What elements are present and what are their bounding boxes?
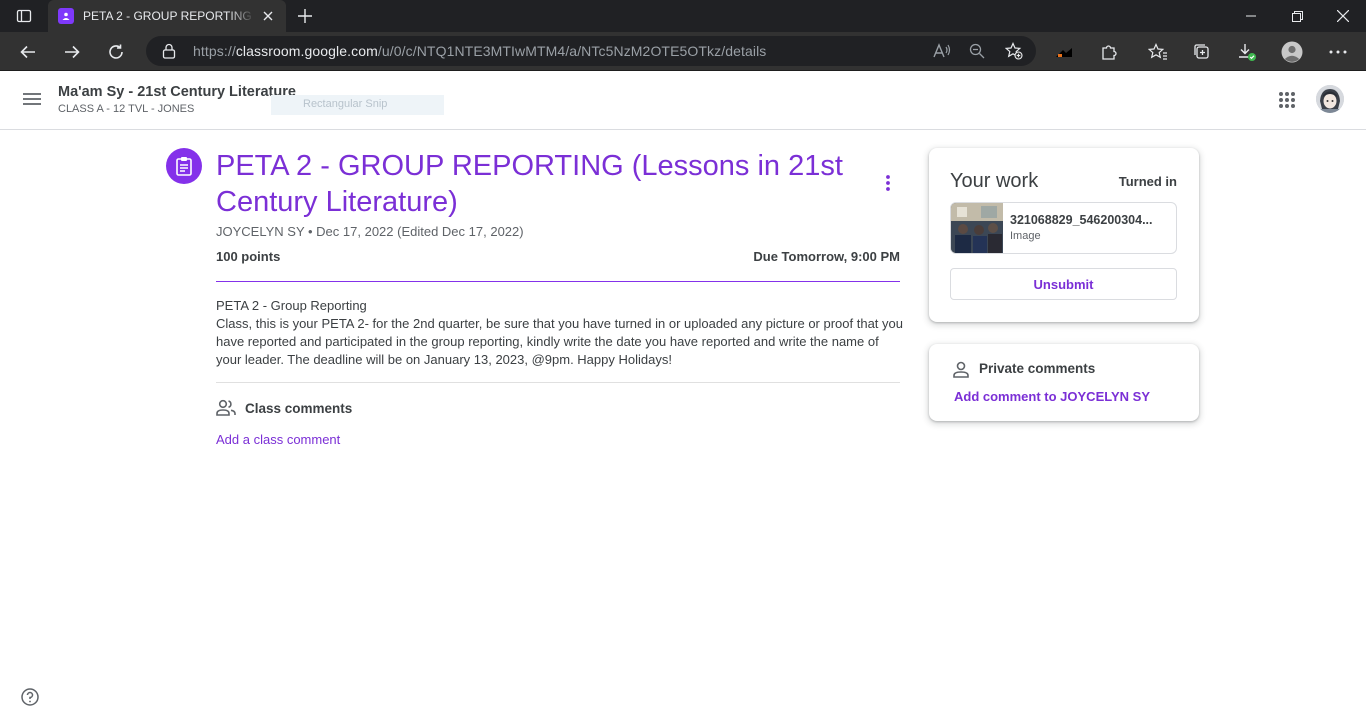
reload-icon [109,44,123,59]
address-bar[interactable]: https://classroom.google.com/u/0/c/NTQ1N… [146,36,1036,66]
more-vertical-icon [886,175,890,191]
snip-overlay: Rectangular Snip [271,95,444,115]
divider [216,382,900,383]
add-favorite-button[interactable] [1002,40,1026,62]
assignment-icon [166,148,202,184]
add-class-comment-link[interactable]: Add a class comment [216,432,340,447]
attachment-type: Image [1010,230,1041,242]
close-window-button[interactable] [1320,0,1366,32]
due-date: Due Tomorrow, 9:00 PM [753,249,900,264]
close-icon [1337,10,1349,22]
settings-more-button[interactable] [1322,36,1354,68]
zoom-out-icon [969,43,985,59]
favorites-button[interactable] [1142,36,1174,68]
person-icon [951,360,971,380]
post-date: Dec 17, 2022 (Edited Dec 17, 2022) [316,224,524,239]
assignment-meta: JOYCELYN SY • Dec 17, 2022 (Edited Dec 1… [216,224,524,239]
read-aloud-icon [933,43,951,58]
tab-close-icon[interactable] [260,8,276,24]
favorites-icon [1148,43,1167,60]
plus-icon [298,9,312,23]
extensions-button[interactable] [1093,36,1125,68]
classroom-icon [58,8,74,24]
unsubmit-button[interactable]: Unsubmit [950,268,1177,300]
class-name[interactable]: Ma'am Sy - 21st Century Literature [58,84,296,100]
classroom-header: Ma'am Sy - 21st Century Literature CLASS… [0,71,1366,130]
your-work-card: Your work Turned in 321068829_546200304.… [929,148,1199,322]
downloads-button[interactable] [1231,36,1263,68]
more-horizontal-icon [1329,50,1347,54]
tab-title: PETA 2 - GROUP REPORTING (Lessons in 21s… [83,9,255,23]
assignment-more-button[interactable] [876,171,900,195]
url-text: https://classroom.google.com/u/0/c/NTQ1N… [193,43,767,59]
star-add-icon [1005,42,1023,60]
add-private-comment-link[interactable]: Add comment to JOYCELYN SY [954,389,1150,404]
collections-button[interactable] [1186,36,1218,68]
tab-actions-button[interactable] [8,4,40,28]
download-icon [1239,44,1256,61]
class-comments-label: Class comments [245,401,353,416]
private-comments-card: Private comments Add comment to JOYCELYN… [929,344,1199,421]
assignment-title: PETA 2 - GROUP REPORTING (Lessons in 21s… [216,150,843,218]
collections-icon [1194,44,1209,59]
attachment-item[interactable]: 321068829_546200304... Image [950,202,1177,254]
your-work-title: Your work [950,170,1039,192]
restore-icon [1291,10,1303,22]
description-body: Class, this is your PETA 2- for the 2nd … [216,316,903,367]
arrow-right-icon [65,45,80,59]
read-aloud-button[interactable] [930,40,954,62]
profile-avatar-icon [1281,41,1303,63]
attachment-filename: 321068829_546200304... [1010,213,1153,227]
class-section: CLASS A - 12 TVL - JONES [58,103,195,115]
lock-icon [162,43,176,59]
minimize-button[interactable] [1228,0,1274,32]
puzzle-icon [1102,45,1117,60]
submission-status: Turned in [1118,174,1177,189]
minimize-icon [1246,15,1256,17]
back-button[interactable] [12,36,44,68]
new-tab-button[interactable] [294,5,316,27]
people-icon [216,399,236,417]
arrow-left-icon [20,45,35,59]
avatar-image-icon [1316,85,1344,113]
tab-actions-icon [16,9,32,23]
points-value: 100 points [216,249,281,264]
hamburger-icon [23,93,41,105]
main-menu-button[interactable] [20,87,44,111]
assignment-description: PETA 2 - Group Reporting Class, this is … [216,297,906,369]
browser-profile-button[interactable] [1276,36,1308,68]
forward-button[interactable] [56,36,88,68]
google-apps-button[interactable] [1275,88,1299,112]
browser-tab[interactable]: PETA 2 - GROUP REPORTING (Lessons in 21s… [48,0,286,32]
browser-titlebar: PETA 2 - GROUP REPORTING (Lessons in 21s… [0,0,1366,32]
help-button[interactable] [20,687,40,707]
account-avatar[interactable] [1316,85,1344,113]
restore-button[interactable] [1274,0,1320,32]
apps-grid-icon [1279,92,1295,108]
extension-shape-icon [1056,48,1072,57]
browser-toolbar: https://classroom.google.com/u/0/c/NTQ1N… [0,32,1366,71]
help-icon [21,688,39,706]
attachment-thumbnail [951,203,1003,253]
zoom-button[interactable] [965,40,989,62]
author-name: JOYCELYN SY [216,224,305,239]
reload-button[interactable] [100,36,132,68]
private-comments-label: Private comments [979,361,1096,376]
extension-button[interactable] [1048,36,1080,68]
description-title: PETA 2 - Group Reporting [216,298,367,313]
accent-divider [216,281,900,282]
